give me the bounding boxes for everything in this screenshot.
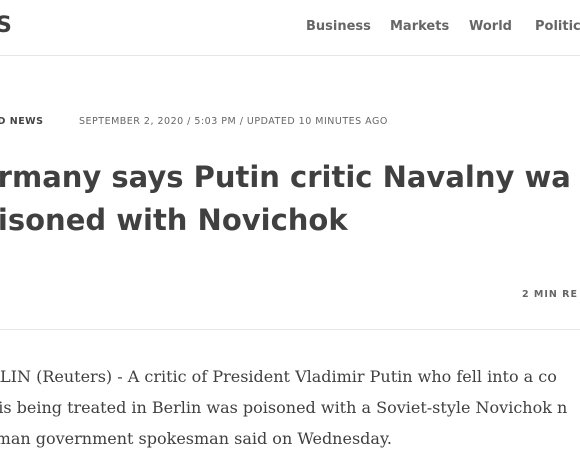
article-body: RLIN (Reuters) - A critic of President V… (0, 361, 580, 454)
headline-line: oisoned with Novichok (0, 203, 348, 237)
section-label[interactable]: LD NEWS (0, 116, 44, 127)
nav-link-politics[interactable]: Politics (535, 19, 580, 34)
body-line: rman government spokesman said on Wednes… (0, 429, 392, 448)
main-nav: Business Markets World Politics (0, 19, 580, 35)
nav-link-markets[interactable]: Markets (390, 19, 449, 34)
article-dateline: SEPTEMBER 2, 2020 / 5:03 PM / UPDATED 10… (79, 116, 388, 127)
nav-link-business[interactable]: Business (306, 19, 371, 34)
top-navigation-bar: S Business Markets World Politics (0, 0, 580, 56)
article-headline: ermany says Putin critic Navalny wa oiso… (0, 156, 580, 242)
nav-link-world[interactable]: World (469, 19, 512, 34)
headline-line: ermany says Putin critic Navalny wa (0, 160, 571, 194)
read-time: 2 MIN RE (522, 289, 578, 300)
body-line: l is being treated in Berlin was poisone… (0, 398, 568, 417)
body-line: RLIN (Reuters) - A critic of President V… (0, 367, 557, 386)
divider (0, 329, 580, 330)
article-meta: LD NEWS SEPTEMBER 2, 2020 / 5:03 PM / UP… (0, 116, 580, 130)
